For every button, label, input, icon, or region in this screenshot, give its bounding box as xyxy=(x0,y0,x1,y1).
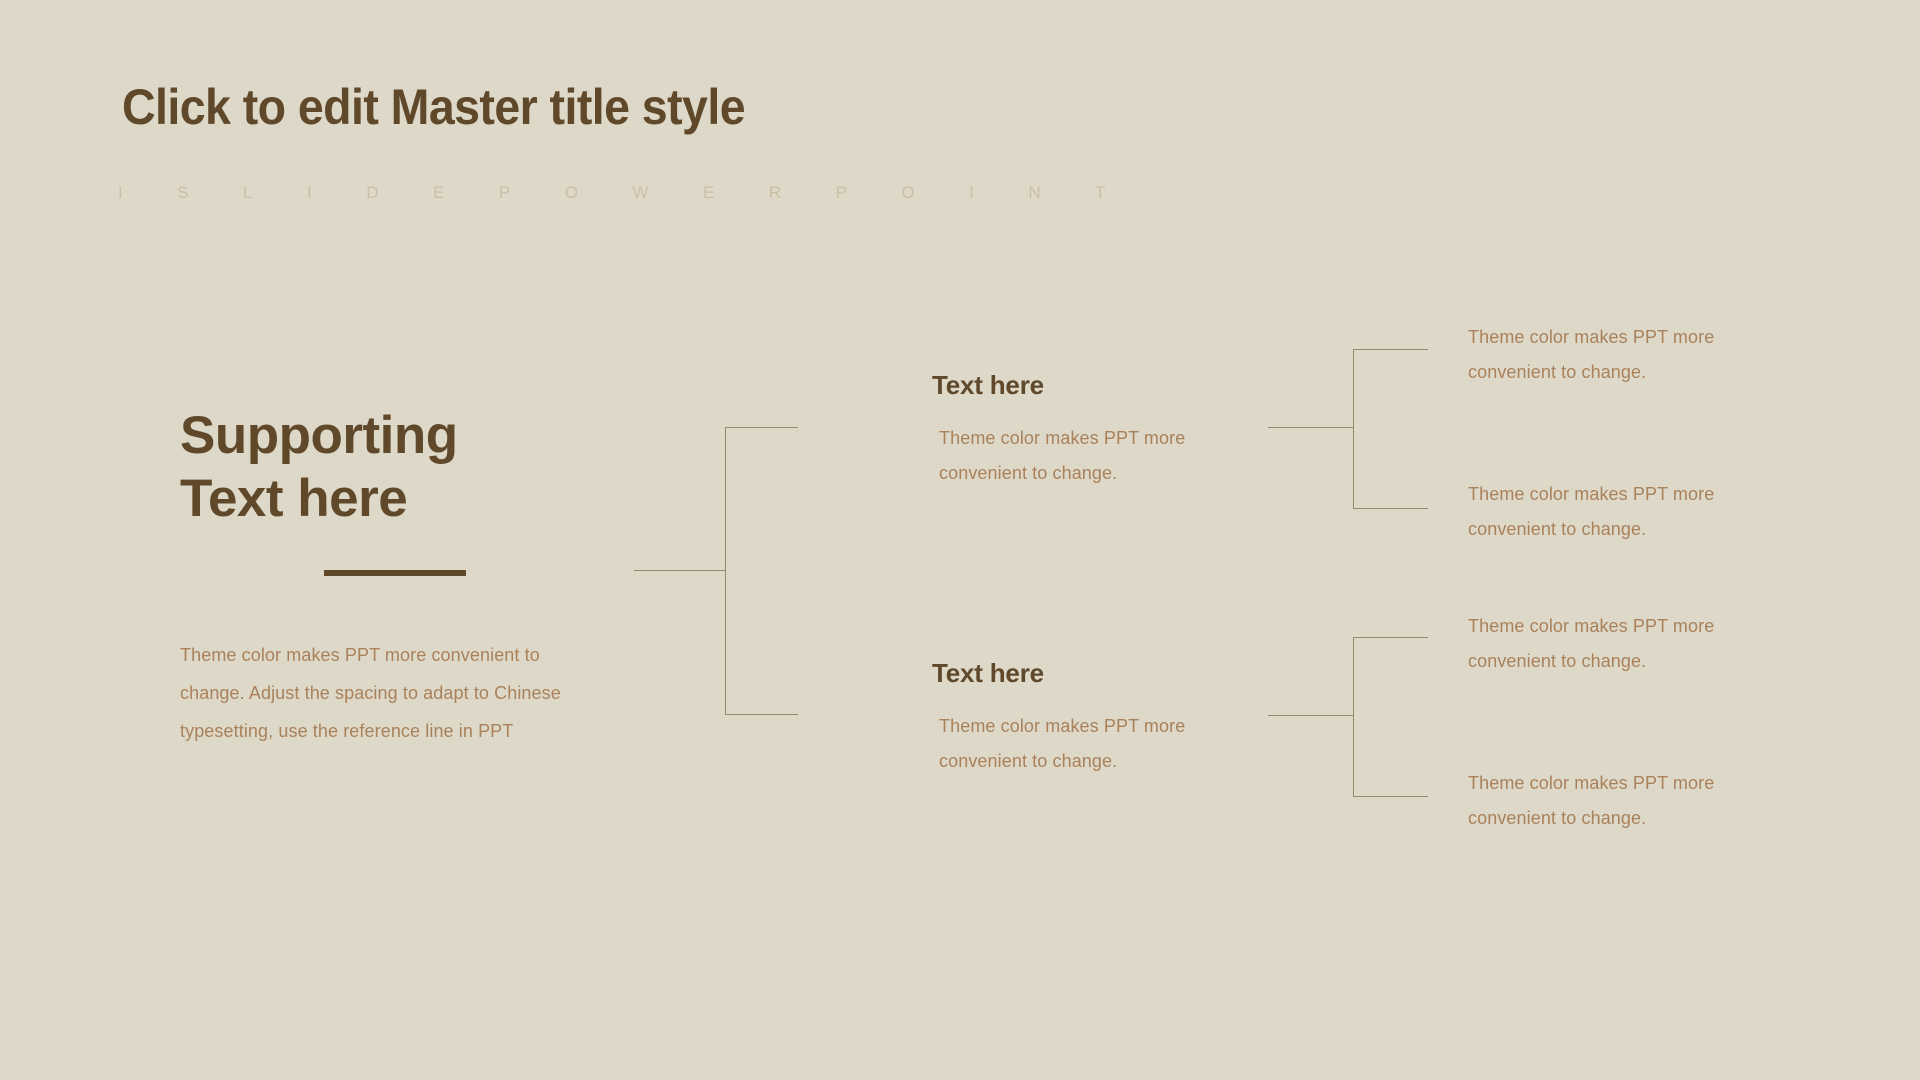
bracket-vertical-line xyxy=(1353,349,1354,509)
mid-block-2-body[interactable]: Theme color makes PPT more convenient to… xyxy=(932,709,1262,779)
bracket-stem-line xyxy=(1268,715,1354,716)
bracket-stem-line xyxy=(634,570,725,571)
bracket-vertical-line xyxy=(725,427,726,715)
bracket-arm-top xyxy=(1353,349,1428,350)
right-block-4-body[interactable]: Theme color makes PPT more convenient to… xyxy=(1468,766,1768,835)
hero-title-line-1: Supporting xyxy=(180,406,458,465)
bracket-arm-top xyxy=(1353,637,1428,638)
right-block-3-body[interactable]: Theme color makes PPT more convenient to… xyxy=(1468,609,1768,678)
page-title[interactable]: Click to edit Master title style xyxy=(122,79,746,137)
right-block-2-body[interactable]: Theme color makes PPT more convenient to… xyxy=(1468,477,1768,546)
hero-title-line-2: Text here xyxy=(180,468,408,528)
mid-block-1: Text here Theme color makes PPT more con… xyxy=(932,370,1262,491)
mid-block-1-body[interactable]: Theme color makes PPT more convenient to… xyxy=(932,421,1262,491)
hero-title[interactable]: Supporting Text here xyxy=(180,405,620,530)
bracket-arm-bottom xyxy=(1353,796,1428,797)
hero-block: Supporting Text here Theme color makes P… xyxy=(180,405,620,741)
bracket-arm-top xyxy=(725,427,798,428)
hero-title-underline xyxy=(324,570,466,576)
right-block-1-body[interactable]: Theme color makes PPT more convenient to… xyxy=(1468,320,1768,389)
bracket-stem-line xyxy=(1268,427,1354,428)
bracket-arm-bottom xyxy=(725,714,798,715)
bracket-arm-bottom xyxy=(1353,508,1428,509)
hero-body-text[interactable]: Theme color makes PPT more convenient to… xyxy=(180,636,600,750)
bracket-vertical-line xyxy=(1353,637,1354,797)
mid-block-1-title[interactable]: Text here xyxy=(932,370,1262,401)
mid-block-2: Text here Theme color makes PPT more con… xyxy=(932,658,1262,779)
brand-letter-strip: ISLIDEPOWERPOINT xyxy=(118,183,1161,202)
mid-block-2-title[interactable]: Text here xyxy=(932,658,1262,689)
slide-canvas: Click to edit Master title style ISLIDEP… xyxy=(0,0,1920,1080)
